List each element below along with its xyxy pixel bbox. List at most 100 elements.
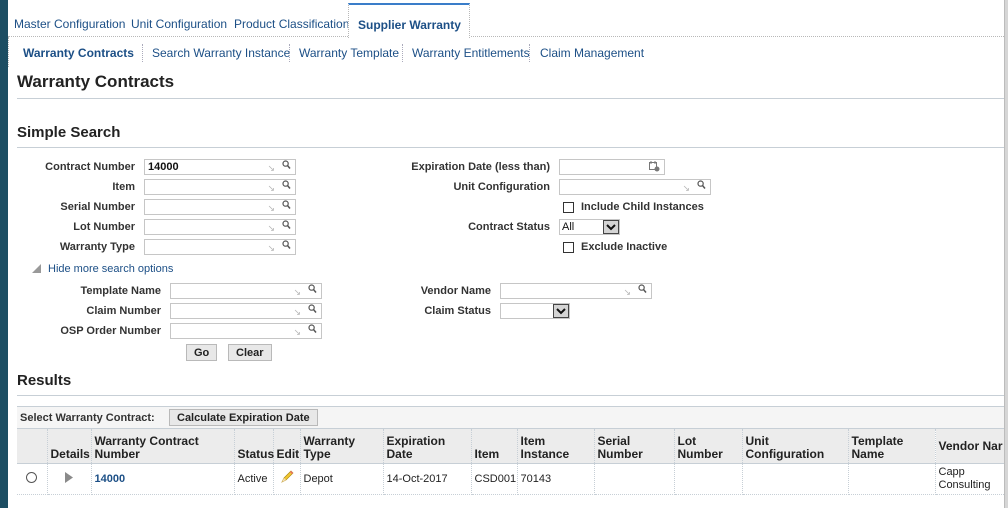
subtab-divider (529, 44, 530, 62)
item-cell: CSD001 (471, 463, 518, 495)
calendar-icon[interactable] (649, 161, 660, 175)
subtab-search-warranty-instance[interactable]: Search Warranty Instance (152, 46, 290, 60)
row-select-cell (17, 463, 48, 495)
osp-order-number-label: OSP Order Number (60, 325, 161, 337)
col-lot-number[interactable]: Lot Number (674, 428, 743, 464)
row-select-radio[interactable] (26, 471, 38, 483)
claim-status-label: Claim Status (424, 305, 491, 317)
warranty-type-label: Warranty Type (59, 241, 135, 253)
exclude-inactive-checkbox[interactable] (563, 242, 574, 253)
claim-status-select[interactable] (500, 303, 570, 319)
search-icon[interactable] (308, 304, 317, 318)
item-input[interactable]: ↘ (144, 179, 296, 195)
search-icon[interactable] (282, 160, 291, 174)
claim-number-label: Claim Number (86, 305, 161, 317)
contract-number-label: Contract Number (45, 161, 135, 173)
expiration-date-input[interactable] (559, 159, 665, 175)
subtab-divider (142, 44, 143, 62)
vendor-name-input[interactable]: ↘ (500, 283, 652, 299)
top-tab-bar: Master Configuration Unit Configuration … (8, 0, 1004, 38)
chevron-down-icon[interactable] (603, 220, 619, 234)
serial-number-cell (594, 463, 675, 495)
warranty-type-cell: Depot (300, 463, 384, 495)
scrollbar[interactable] (1004, 0, 1008, 508)
hide-more-search-options-link[interactable]: Hide more search options (48, 263, 173, 275)
contract-status-select[interactable]: All (559, 219, 620, 235)
unit-configuration-input[interactable]: ↘ (559, 179, 711, 195)
unit-configuration-label: Unit Configuration (453, 181, 550, 193)
results-heading: Results (17, 372, 72, 389)
col-warranty-type[interactable]: Warranty Type (300, 428, 384, 464)
contract-number-input[interactable]: 14000 ↘ (144, 159, 296, 175)
search-icon[interactable] (697, 180, 706, 194)
search-icon[interactable] (308, 284, 317, 298)
divider (17, 98, 1004, 99)
collapse-triangle-icon[interactable] (32, 264, 41, 276)
exclude-inactive-label: Exclude Inactive (581, 241, 668, 253)
search-icon[interactable] (282, 200, 291, 214)
search-icon[interactable] (638, 284, 647, 298)
serial-number-input[interactable]: ↘ (144, 199, 296, 215)
serial-number-label: Serial Number (60, 201, 135, 213)
lov-arrow-icon: ↘ (267, 183, 275, 193)
subtab-divider (402, 44, 403, 62)
template-name-input[interactable]: ↘ (170, 283, 322, 299)
col-item-instance[interactable]: Item Instance (517, 428, 595, 464)
tab-supplier-warranty[interactable]: Supplier Warranty (348, 3, 470, 38)
tab-unit-configuration[interactable]: Unit Configuration (131, 17, 227, 31)
search-icon[interactable] (308, 324, 317, 338)
col-serial-number[interactable]: Serial Number (594, 428, 675, 464)
chevron-down-icon[interactable] (553, 304, 569, 318)
status-cell: Active (234, 463, 274, 495)
subtab-warranty-contracts[interactable]: Warranty Contracts (23, 46, 134, 60)
lov-arrow-icon: ↘ (682, 183, 690, 193)
template-name-cell (848, 463, 936, 495)
search-icon[interactable] (282, 220, 291, 234)
subtab-divider (289, 44, 290, 62)
col-vendor-name[interactable]: Vendor Nar (935, 428, 1008, 464)
osp-order-number-input[interactable]: ↘ (170, 323, 322, 339)
col-details: Details (47, 428, 92, 464)
lov-arrow-icon: ↘ (293, 287, 301, 297)
warranty-type-input[interactable]: ↘ (144, 239, 296, 255)
subtab-claim-management[interactable]: Claim Management (540, 46, 644, 60)
include-child-instances-checkbox[interactable] (563, 202, 574, 213)
contract-status-label: Contract Status (468, 221, 550, 233)
lot-number-label: Lot Number (73, 221, 135, 233)
contract-number-link[interactable]: 14000 (95, 473, 126, 485)
lov-arrow-icon: ↘ (267, 223, 275, 233)
select-warranty-contract-label: Select Warranty Contract: (20, 412, 155, 424)
lov-arrow-icon: ↘ (623, 287, 631, 297)
vendor-name-label: Vendor Name (420, 285, 491, 297)
search-icon[interactable] (282, 180, 291, 194)
col-template-name[interactable]: Template Name (848, 428, 936, 464)
lot-number-input[interactable]: ↘ (144, 219, 296, 235)
subtab-warranty-entitlements[interactable]: Warranty Entitlements (412, 46, 530, 60)
clear-button[interactable]: Clear (228, 344, 272, 361)
lov-arrow-icon: ↘ (267, 243, 275, 253)
col-edit: Edit (273, 428, 301, 464)
tab-product-classification[interactable]: Product Classification (234, 17, 349, 31)
col-unit-configuration[interactable]: Unit Configuration (742, 428, 849, 464)
expand-triangle-icon[interactable] (65, 471, 73, 486)
lov-arrow-icon: ↘ (293, 307, 301, 317)
col-select (17, 428, 48, 464)
search-icon[interactable] (282, 240, 291, 254)
lot-number-cell (674, 463, 743, 495)
go-button[interactable]: Go (186, 344, 218, 361)
col-item[interactable]: Item (471, 428, 518, 464)
calculate-expiration-date-button[interactable]: Calculate Expiration Date (169, 409, 318, 426)
lov-arrow-icon: ↘ (293, 327, 301, 337)
details-cell (47, 463, 92, 495)
col-status[interactable]: Status (234, 428, 274, 464)
subtab-warranty-template[interactable]: Warranty Template (299, 46, 399, 60)
table-row: 14000 Active Depot 14-Oct-2017 CSD001 70… (17, 463, 1008, 495)
edit-cell (273, 463, 301, 495)
col-warranty-contract-number[interactable]: Warranty Contract Number (91, 428, 235, 464)
tab-master-configuration[interactable]: Master Configuration (14, 17, 125, 31)
pencil-icon[interactable] (280, 470, 294, 487)
vendor-name-cell: Capp Consulting (935, 463, 1008, 495)
col-expiration-date[interactable]: Expiration Date (383, 428, 472, 464)
claim-number-input[interactable]: ↘ (170, 303, 322, 319)
contract-status-value: All (562, 221, 575, 233)
